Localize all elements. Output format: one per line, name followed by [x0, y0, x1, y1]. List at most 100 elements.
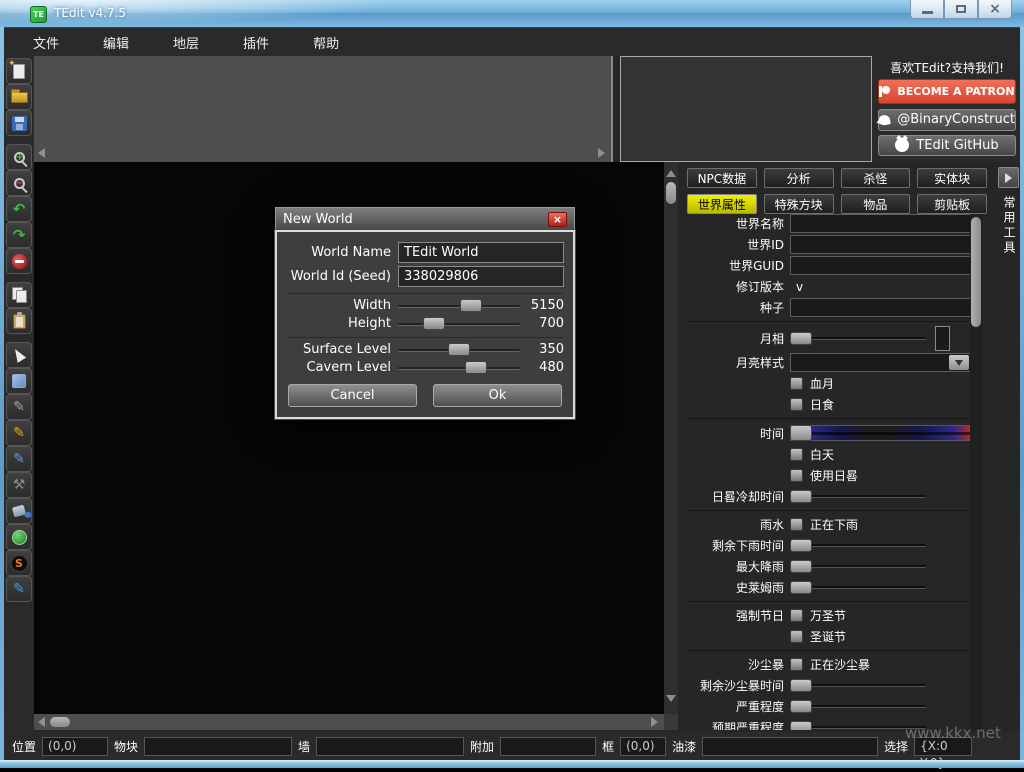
- slime-rain-slider[interactable]: [790, 581, 926, 594]
- twitter-button[interactable]: @BinaryConstruct: [878, 109, 1016, 130]
- seed-input[interactable]: [790, 298, 971, 317]
- open-world-button[interactable]: [6, 84, 32, 110]
- menu-edit[interactable]: 编辑: [88, 27, 144, 58]
- is-raining-checkbox[interactable]: [790, 518, 803, 531]
- slider-thumb[interactable]: [790, 332, 812, 345]
- brush-tool-button[interactable]: ✎: [6, 420, 32, 446]
- panel-scroll-thumb[interactable]: [971, 217, 981, 327]
- sprite-tool-button[interactable]: S: [6, 550, 32, 576]
- canvas-vertical-scrollbar[interactable]: [664, 162, 678, 714]
- daytime-checkbox[interactable]: [790, 448, 803, 461]
- knife-tool-button[interactable]: ✎: [6, 446, 32, 472]
- stop-button[interactable]: [6, 248, 32, 274]
- paste-button[interactable]: [6, 308, 32, 334]
- world-id-dialog-input[interactable]: 338029806: [398, 266, 564, 287]
- new-world-dialog: New World × World Name TEdit World World…: [275, 207, 575, 419]
- tab-analysis[interactable]: 分析: [764, 168, 834, 188]
- moon-preview-box[interactable]: [935, 326, 950, 351]
- menu-help[interactable]: 帮助: [298, 27, 354, 58]
- selection-tool-button[interactable]: [6, 368, 32, 394]
- strip-scroll-left-icon[interactable]: [38, 148, 45, 158]
- scroll-up-icon[interactable]: [666, 170, 676, 177]
- slider-thumb[interactable]: [448, 343, 470, 356]
- menu-plugins[interactable]: 插件: [228, 27, 284, 58]
- use-sundial-checkbox[interactable]: [790, 469, 803, 482]
- tab-kill-tally[interactable]: 杀怪: [841, 168, 911, 188]
- slider-thumb[interactable]: [790, 490, 812, 503]
- scroll-down-icon[interactable]: [666, 695, 676, 702]
- minimize-button[interactable]: [910, 0, 944, 19]
- cancel-button[interactable]: Cancel: [288, 384, 417, 407]
- blood-moon-checkbox[interactable]: [790, 377, 803, 390]
- slider-thumb[interactable]: [423, 317, 445, 330]
- cavern-level-slider[interactable]: [398, 361, 520, 375]
- strip-scroll-right-icon[interactable]: [598, 148, 605, 158]
- save-world-button[interactable]: [6, 110, 32, 136]
- severity-slider[interactable]: [790, 700, 926, 713]
- world-guid-input[interactable]: [790, 256, 971, 275]
- rain-time-slider[interactable]: [790, 539, 926, 552]
- scroll-right-icon[interactable]: [651, 717, 658, 727]
- slider-thumb[interactable]: [790, 539, 812, 552]
- time-slider[interactable]: [790, 425, 971, 441]
- close-button[interactable]: ×: [978, 0, 1012, 19]
- redo-button[interactable]: ↷: [6, 222, 32, 248]
- vertical-scroll-thumb[interactable]: [666, 182, 676, 204]
- ok-button[interactable]: Ok: [433, 384, 562, 407]
- patreon-button[interactable]: BECOME A PATRON: [878, 79, 1016, 104]
- sundial-cooldown-slider[interactable]: [790, 490, 926, 503]
- zoom-in-button[interactable]: +: [6, 144, 32, 170]
- copy-button[interactable]: [6, 282, 32, 308]
- surface-level-slider[interactable]: [398, 343, 520, 357]
- slider-thumb[interactable]: [790, 721, 812, 730]
- scroll-left-icon[interactable]: [38, 717, 45, 727]
- tab-items[interactable]: 物品: [841, 194, 911, 214]
- christmas-checkbox[interactable]: [790, 630, 803, 643]
- tab-tile-entities[interactable]: 实体块: [917, 168, 987, 188]
- pencil-tool-button[interactable]: ✎: [6, 394, 32, 420]
- menu-file[interactable]: 文件: [18, 27, 74, 58]
- canvas-horizontal-scrollbar[interactable]: [34, 714, 664, 730]
- max-rain-slider[interactable]: [790, 560, 926, 573]
- morph-tool-button[interactable]: ✎: [6, 576, 32, 602]
- slider-thumb[interactable]: [790, 560, 812, 573]
- panel-scrollbar[interactable]: [970, 214, 982, 730]
- slider-thumb[interactable]: [465, 361, 487, 374]
- dropdown-button[interactable]: [949, 355, 969, 370]
- new-world-button[interactable]: ✦: [6, 58, 32, 84]
- slider-thumb[interactable]: [790, 425, 812, 441]
- sandstorm-time-slider[interactable]: [790, 679, 926, 692]
- menu-layers[interactable]: 地层: [158, 27, 214, 58]
- dialog-close-button[interactable]: ×: [548, 212, 567, 227]
- tab-clipboard[interactable]: 剪贴板: [917, 194, 987, 214]
- tab-npc-data[interactable]: NPC数据: [687, 168, 757, 188]
- sandstorm-active-checkbox[interactable]: [790, 658, 803, 671]
- biome-tool-button[interactable]: [6, 524, 32, 550]
- expand-tools-button[interactable]: [998, 167, 1019, 188]
- tab-world-properties[interactable]: 世界属性: [687, 194, 757, 214]
- world-name-input[interactable]: [790, 214, 971, 233]
- minimap-preview[interactable]: [620, 56, 872, 162]
- eclipse-checkbox[interactable]: [790, 398, 803, 411]
- slider-thumb[interactable]: [460, 299, 482, 312]
- restore-button[interactable]: [944, 0, 978, 19]
- arrow-tool-button[interactable]: [6, 342, 32, 368]
- moon-phase-slider[interactable]: [790, 332, 926, 345]
- moon-style-dropdown[interactable]: [790, 353, 971, 372]
- fill-tool-button[interactable]: [6, 498, 32, 524]
- github-button[interactable]: TEdit GitHub: [878, 135, 1016, 156]
- halloween-checkbox[interactable]: [790, 609, 803, 622]
- slider-thumb[interactable]: [790, 581, 812, 594]
- pickaxe-tool-button[interactable]: ⚒: [6, 472, 32, 498]
- dialog-titlebar[interactable]: New World ×: [275, 207, 575, 230]
- horizontal-scroll-thumb[interactable]: [50, 717, 70, 727]
- tab-special-tiles[interactable]: 特殊方块: [764, 194, 834, 214]
- world-name-dialog-input[interactable]: TEdit World: [398, 242, 564, 263]
- width-slider[interactable]: [398, 299, 520, 313]
- world-id-input[interactable]: [790, 235, 971, 254]
- zoom-out-button[interactable]: −: [6, 170, 32, 196]
- slider-thumb[interactable]: [790, 700, 812, 713]
- undo-button[interactable]: ↶: [6, 196, 32, 222]
- slider-thumb[interactable]: [790, 679, 812, 692]
- height-slider[interactable]: [398, 317, 520, 331]
